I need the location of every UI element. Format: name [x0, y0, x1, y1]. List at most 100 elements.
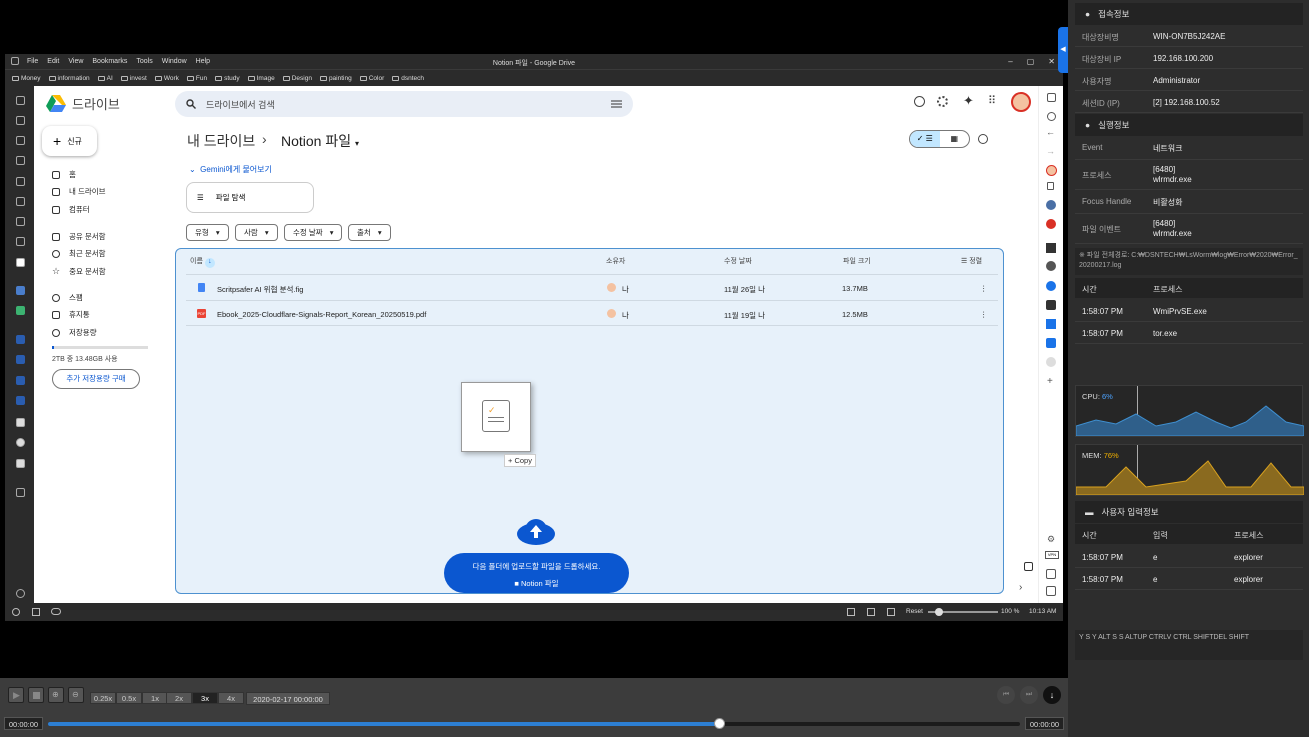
nav-recent[interactable]: 최근 문서함: [52, 248, 106, 259]
col-size[interactable]: 파일 크기: [843, 256, 871, 266]
collapse-panel-button[interactable]: ◀: [1058, 27, 1068, 73]
chevron-right-icon[interactable]: ›: [1019, 582, 1022, 593]
nav-my-drive[interactable]: 내 드라이브: [52, 186, 106, 197]
bookmark-item[interactable]: dsntech: [392, 75, 424, 82]
help-icon[interactable]: [914, 96, 925, 107]
app-icon[interactable]: [16, 376, 25, 385]
col-owner[interactable]: 소유자: [606, 256, 625, 266]
settings-icon[interactable]: ⚙: [1047, 534, 1055, 545]
add-extension-icon[interactable]: +: [1047, 376, 1053, 387]
download-button[interactable]: ↓: [1043, 686, 1061, 704]
breadcrumb-root[interactable]: 내 드라이브: [187, 131, 255, 151]
explore-files-chip[interactable]: ☰ 파일 탐색: [186, 182, 314, 213]
settings-icon[interactable]: [937, 96, 948, 107]
filter-type[interactable]: 유형 ▾: [186, 224, 229, 241]
panel-icon[interactable]: [16, 96, 25, 105]
cloud-icon[interactable]: [51, 608, 61, 615]
image-icon[interactable]: [887, 608, 895, 616]
app-icon[interactable]: [16, 396, 25, 405]
extension-icon[interactable]: [1046, 261, 1056, 271]
next-button[interactable]: ⏭: [1020, 686, 1038, 704]
extension-icon[interactable]: [1046, 319, 1056, 329]
col-modified[interactable]: 수정 날짜: [724, 256, 752, 266]
avatar[interactable]: [1011, 92, 1031, 112]
notes-icon[interactable]: [16, 116, 25, 125]
download-icon[interactable]: [16, 136, 25, 145]
search-bar[interactable]: 드라이브에서 검색: [175, 91, 633, 117]
mail-icon[interactable]: [16, 217, 25, 226]
new-button[interactable]: + 신규: [42, 126, 97, 156]
nav-shared[interactable]: 공유 문서함: [52, 231, 106, 242]
speed-option[interactable]: 4x: [218, 692, 244, 704]
gemini-ask[interactable]: ⌄ Gemini에게 물어보기: [189, 164, 272, 175]
side-panel-icon[interactable]: [1024, 562, 1033, 571]
speed-option[interactable]: 3x: [192, 692, 218, 704]
window-icon[interactable]: [867, 608, 875, 616]
app-icon[interactable]: [16, 355, 25, 364]
extension-icon[interactable]: [1046, 338, 1056, 348]
drive-logo[interactable]: 드라이브: [46, 94, 120, 113]
zoom-out-button[interactable]: ⊖: [68, 687, 84, 703]
col-sort[interactable]: ☰ 정렬: [961, 256, 982, 266]
speed-option[interactable]: 0.25x: [90, 692, 116, 704]
lock-icon[interactable]: [1047, 182, 1054, 190]
progress-handle[interactable]: [713, 718, 725, 729]
filter-source[interactable]: 출처 ▾: [348, 224, 391, 241]
nav-home[interactable]: 홈: [52, 169, 76, 180]
stop-button[interactable]: [28, 687, 44, 703]
nav-computers[interactable]: 컴퓨터: [52, 204, 90, 215]
grid-view-button[interactable]: ▦: [940, 131, 970, 147]
extension-icon[interactable]: [1046, 219, 1056, 229]
panel-toggle-icon[interactable]: [32, 608, 40, 616]
more-options-icon[interactable]: ⋮: [980, 284, 988, 293]
page-icon[interactable]: [16, 459, 25, 468]
forward-icon[interactable]: →: [1046, 146, 1055, 156]
settings-icon[interactable]: [12, 608, 20, 616]
search-input[interactable]: 드라이브에서 검색: [206, 98, 275, 111]
app-icon[interactable]: [16, 335, 25, 344]
sync-icon[interactable]: [16, 237, 25, 246]
minimize-icon[interactable]: –: [1008, 57, 1012, 66]
zoom-slider-handle[interactable]: [935, 608, 943, 616]
nav-trash[interactable]: 휴지통: [52, 309, 90, 320]
app-icon[interactable]: [16, 306, 25, 315]
table-row[interactable]: PDF Ebook_2025-Cloudflare-Signals-Report…: [186, 300, 998, 326]
search-options-icon[interactable]: [611, 99, 622, 109]
maximize-icon[interactable]: ▢: [1027, 57, 1035, 66]
buy-storage-button[interactable]: 추가 저장용량 구매: [52, 369, 140, 389]
bookmark-item[interactable]: Work: [154, 75, 179, 82]
col-name[interactable]: 이름 ↓: [190, 256, 215, 268]
speed-option[interactable]: 0.5x: [116, 692, 142, 704]
filter-people[interactable]: 사람 ▾: [235, 224, 278, 241]
play-button[interactable]: ▶: [8, 687, 24, 703]
back-icon[interactable]: ←: [1046, 127, 1055, 137]
progress-track[interactable]: [48, 718, 1020, 729]
add-panel-icon[interactable]: [16, 488, 25, 497]
bookmark-item[interactable]: study: [215, 75, 240, 82]
vpn-icon[interactable]: VPN: [1045, 551, 1059, 559]
reload-icon[interactable]: [1047, 112, 1056, 121]
bookmark-item[interactable]: Image: [247, 75, 275, 82]
table-row[interactable]: Scritpsafer AI 위협 분석.fig 나 11월 26일 나 13.…: [186, 274, 998, 300]
extension-icon[interactable]: [1046, 300, 1056, 310]
page-icon[interactable]: [16, 418, 25, 427]
more-options-icon[interactable]: ⋮: [980, 310, 988, 319]
zoom-reset[interactable]: Reset: [906, 608, 923, 615]
reading-list-icon[interactable]: [16, 177, 25, 186]
speed-option[interactable]: 2x: [166, 692, 192, 704]
search-icon[interactable]: [186, 99, 196, 109]
apps-grid-icon[interactable]: ⠿: [988, 94, 996, 107]
bookmark-item[interactable]: painting: [319, 75, 352, 82]
history-icon[interactable]: [16, 156, 25, 165]
bookmark-item[interactable]: Money: [12, 75, 41, 82]
capture-icon[interactable]: [847, 608, 855, 616]
chevron-down-icon[interactable]: [1046, 586, 1056, 596]
calendar-icon[interactable]: [1046, 569, 1056, 579]
breadcrumb-current[interactable]: Notion 파일 ▾: [281, 131, 359, 151]
speed-option[interactable]: 1x: [142, 692, 168, 704]
list-view-button[interactable]: ✓ ☰: [910, 131, 940, 147]
drop-zone[interactable]: 이름 ↓ 소유자 수정 날짜 파일 크기 ☰ 정렬 Scritpsafer AI…: [175, 248, 1004, 594]
openai-icon[interactable]: [16, 438, 25, 447]
close-icon[interactable]: ✕: [1048, 57, 1055, 66]
profile-icon[interactable]: [1046, 165, 1057, 176]
